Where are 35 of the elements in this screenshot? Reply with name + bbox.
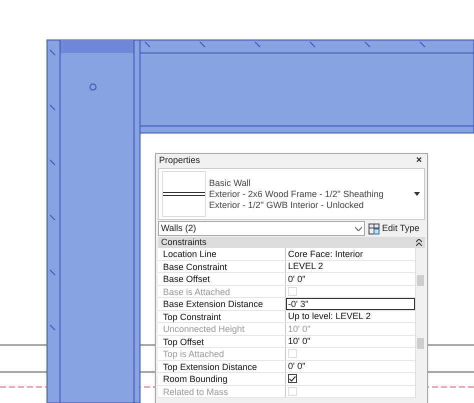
- wall-family: Basic Wall: [209, 178, 252, 188]
- property-value[interactable]: Up to level: LEVEL 2: [288, 310, 371, 322]
- group-header[interactable]: Constraints: [158, 237, 425, 248]
- property-label: Base Constraint: [158, 260, 286, 272]
- edit-type-button[interactable]: Edit Type: [368, 221, 420, 236]
- property-label: Top Constraint: [158, 310, 286, 322]
- property-value: 10' 0": [288, 322, 310, 335]
- chevron-icon: [355, 226, 362, 230]
- property-label: Base is Attached: [158, 286, 286, 297]
- close-button[interactable]: ×: [414, 156, 424, 166]
- property-value[interactable]: 0' 0": [288, 360, 306, 372]
- wall-preview-icon: [162, 171, 206, 217]
- dropdown-arrow-icon: [414, 192, 420, 196]
- property-label: Base Extension Distance: [158, 298, 286, 310]
- scrollbar[interactable]: [415, 248, 425, 398]
- property-value[interactable]: 0' 0": [288, 272, 306, 285]
- edit-type-icon: [368, 222, 380, 234]
- property-label: Room Bounding: [158, 373, 286, 384]
- filter-value: Walls (2): [161, 222, 196, 235]
- property-label: Related to Mass: [158, 386, 286, 397]
- wall-type: Exterior - 2x6 Wood Frame - 1/2" Sheathing Exterior - 1/2" GWB Interior - Unlocked: [209, 188, 385, 210]
- property-label: Top Extension Distance: [158, 360, 286, 372]
- property-label: Top Offset: [158, 336, 286, 347]
- property-label: Top is Attached: [158, 348, 286, 360]
- property-value[interactable]: LEVEL 2: [288, 260, 324, 272]
- property-value[interactable]: Core Face: Interior: [288, 248, 364, 260]
- property-label: Unconnected Height: [158, 323, 286, 334]
- property-label: Base Offset: [158, 273, 286, 284]
- type-selector[interactable]: Basic Wall Exterior - 2x6 Wood Frame - 1/2" Sheathing Exterior - 1/2" GWB Interior - Unlocked: [158, 168, 425, 220]
- checkbox[interactable]: [288, 374, 297, 384]
- property-value[interactable]: 10' 0": [288, 335, 310, 348]
- property-input[interactable]: -0' 3": [286, 298, 415, 310]
- panel-title: Properties: [159, 154, 200, 168]
- property-label: Location Line: [158, 248, 286, 260]
- instance-filter-dropdown[interactable]: Walls (2): [158, 221, 365, 236]
